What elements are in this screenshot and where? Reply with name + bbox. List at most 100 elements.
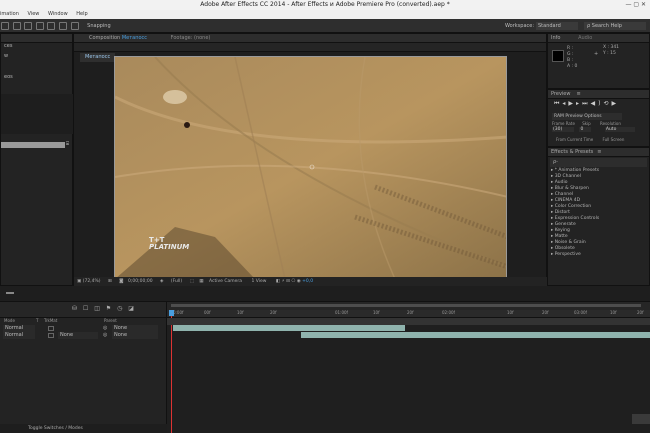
work-area-range[interactable] bbox=[171, 304, 641, 307]
skip-input[interactable]: 0 bbox=[579, 127, 592, 132]
layer-parent-select[interactable]: None bbox=[112, 325, 158, 332]
ruler-tick-label: 10f bbox=[610, 310, 617, 315]
layer-duration-bar[interactable] bbox=[173, 325, 405, 331]
ram-preview-icon[interactable]: ▶ bbox=[611, 100, 619, 107]
frame-rate-select[interactable]: (30) bbox=[552, 127, 574, 132]
transparency-grid-icon[interactable]: ▦ bbox=[199, 279, 203, 284]
fast-preview-icon[interactable]: ⚡ bbox=[282, 279, 285, 284]
project-list[interactable] bbox=[1, 94, 74, 134]
timeline-zoom-slider[interactable] bbox=[632, 414, 650, 424]
info-rgba: R :G :B :A : 0 bbox=[567, 46, 578, 69]
composition-viewer[interactable]: T+T PLATINUM bbox=[114, 56, 507, 278]
snapping-label[interactable]: Snapping bbox=[87, 23, 111, 29]
full-screen-checkbox[interactable]: Full Screen bbox=[603, 137, 625, 142]
timeline-switch-icons[interactable]: ⛁ ☐ ◫ ⚑ ◷ ◪ bbox=[72, 305, 136, 312]
timeline-toggle-icon[interactable]: ⊟ bbox=[286, 279, 290, 284]
playback-controls: ⏮◂▶▸⏭◀)⟲▶ bbox=[548, 99, 649, 108]
layer-parent-select[interactable]: None bbox=[112, 332, 158, 339]
layer-trkmat-select[interactable]: None bbox=[58, 332, 98, 339]
menu-window[interactable]: Window bbox=[48, 11, 68, 17]
puppet-tool-icon[interactable] bbox=[70, 22, 79, 30]
play-icon[interactable]: ▶ bbox=[568, 100, 576, 107]
view-layout-select[interactable]: 1 View bbox=[251, 279, 266, 284]
resolution-select-preview[interactable]: Auto bbox=[604, 127, 635, 132]
layer-mode-select[interactable]: Normal bbox=[3, 332, 35, 339]
ruler-tick-label: 20f bbox=[542, 310, 549, 315]
search-help-input[interactable]: ρ Search Help bbox=[584, 22, 646, 30]
pickwhip-icon[interactable]: ◎ bbox=[103, 325, 107, 332]
project-item[interactable]: ces bbox=[1, 43, 72, 50]
info-tab[interactable]: Info bbox=[551, 35, 560, 41]
text-tool-icon[interactable] bbox=[12, 22, 21, 30]
composition-tabs: Composition Метапосс Footage: (none) bbox=[74, 34, 546, 43]
timeline-layers-panel: ⛁ ☐ ◫ ⚑ ◷ ◪ Mode T TrkMat Parent Normal … bbox=[0, 302, 167, 433]
layer-duration-bar[interactable] bbox=[301, 332, 650, 338]
ruler-tick-label: 20f bbox=[407, 310, 414, 315]
t-checkbox[interactable] bbox=[48, 333, 54, 338]
ruler-tick-label: 20f bbox=[637, 310, 644, 315]
project-item[interactable]: w bbox=[1, 53, 72, 60]
roto-tool-icon[interactable] bbox=[58, 22, 67, 30]
toggle-switches-modes-button[interactable]: Toggle Switches / Modes bbox=[28, 426, 83, 431]
layer-row[interactable]: Normal ◎ None bbox=[0, 325, 165, 332]
project-item[interactable]: eos bbox=[1, 74, 72, 81]
trkmat-column-header: TrkMat bbox=[44, 318, 58, 323]
timeline-tab-handle[interactable] bbox=[6, 292, 14, 294]
time-ruler[interactable]: 0:00f 00f 10f 20f 01:00f 10f 20f 02:00f 10f 20f 03… bbox=[167, 310, 650, 318]
flowchart-icon[interactable]: ⎔ bbox=[291, 279, 295, 284]
info-panel-header: Info Audio bbox=[548, 34, 649, 43]
work-area-bar[interactable] bbox=[167, 302, 650, 310]
active-camera-select[interactable]: Active Camera bbox=[209, 279, 242, 284]
project-settings-icon[interactable]: ⌸ bbox=[66, 141, 69, 147]
reset-exposure-icon[interactable]: +0,0 bbox=[302, 279, 313, 284]
clone-tool-icon[interactable] bbox=[35, 22, 44, 30]
resolution-select[interactable]: (Full) bbox=[171, 279, 182, 284]
ruler-tick-label: 10f bbox=[507, 310, 514, 315]
info-panel: Info Audio R :G :B :A : 0 X : 341 Y : 15 … bbox=[547, 33, 650, 89]
footage-tab[interactable]: Footage: (none) bbox=[171, 35, 211, 41]
t-column-header: T bbox=[36, 318, 39, 323]
audio-tab[interactable]: Audio bbox=[578, 35, 592, 41]
safe-zones-icon[interactable]: ⊞ bbox=[108, 279, 112, 284]
brand-overlay: T+T PLATINUM bbox=[149, 236, 190, 251]
composition-panel: Composition Метапосс Footage: (none) Мет… bbox=[73, 33, 548, 286]
layer-mode-select[interactable]: Normal bbox=[3, 325, 35, 332]
ruler-tick-label: 10f bbox=[373, 310, 380, 315]
menu-help[interactable]: Help bbox=[76, 11, 87, 17]
composition-tab[interactable]: Composition Метапосс bbox=[89, 35, 149, 41]
workspace-select[interactable]: Standard bbox=[536, 22, 578, 30]
project-panel-header bbox=[1, 34, 72, 43]
pen-tool-icon[interactable] bbox=[1, 22, 9, 30]
pickwhip-icon[interactable]: ◎ bbox=[103, 332, 107, 339]
brush-tool-icon[interactable] bbox=[24, 22, 33, 30]
grid-toggle-icon[interactable]: ▣ bbox=[77, 279, 81, 284]
eraser-tool-icon[interactable] bbox=[47, 22, 56, 30]
composition-subtab[interactable]: Метапосс bbox=[80, 53, 116, 62]
roi-icon[interactable]: ⬚ bbox=[190, 279, 194, 284]
audio-icon[interactable]: ◀) bbox=[590, 100, 603, 107]
preview-tab[interactable]: Preview bbox=[551, 91, 570, 97]
timeline-footer: Toggle Switches / Modes bbox=[0, 424, 167, 433]
from-current-time-checkbox[interactable]: From Current Time bbox=[556, 137, 593, 142]
ram-preview-options-select[interactable]: RAM Preview Options bbox=[552, 113, 622, 120]
exposure-icon[interactable]: ◉ bbox=[297, 279, 301, 284]
project-scrollbar[interactable] bbox=[1, 142, 65, 148]
camera-icon[interactable]: ◈ bbox=[160, 279, 163, 284]
effects-tab[interactable]: Effects & Presets bbox=[551, 149, 593, 155]
viewer-controls: ▣ (72,4%) ⊞ ◙ 0;00;00;00 ◈ (Full) ⬚ ▦ Ac… bbox=[74, 277, 548, 286]
magnification-select[interactable]: (72,4%) bbox=[83, 279, 101, 284]
pixel-aspect-icon[interactable]: ◧ bbox=[276, 279, 280, 284]
tools-toolbar: Snapping Workspace: Standard ρ Search He… bbox=[0, 19, 650, 33]
menu-view[interactable]: View bbox=[28, 11, 40, 17]
effects-category-item[interactable]: ▸ Perspective bbox=[548, 252, 649, 258]
t-checkbox[interactable] bbox=[48, 326, 54, 331]
preview-panel-header: Preview ≡ bbox=[548, 90, 649, 99]
current-time-display[interactable]: 0;00;00;00 bbox=[128, 279, 153, 284]
menu-animation[interactable]: imation bbox=[0, 11, 19, 17]
effects-panel-header: Effects & Presets ≡ bbox=[548, 148, 649, 157]
layer-row[interactable]: Normal None ◎ None bbox=[0, 332, 165, 339]
mode-column-header: Mode bbox=[4, 318, 15, 323]
snapshot-icon[interactable]: ◙ bbox=[119, 279, 123, 284]
effects-search-input[interactable]: ρ- bbox=[550, 158, 647, 167]
window-controls[interactable]: — ▢ ✕ bbox=[625, 0, 646, 10]
